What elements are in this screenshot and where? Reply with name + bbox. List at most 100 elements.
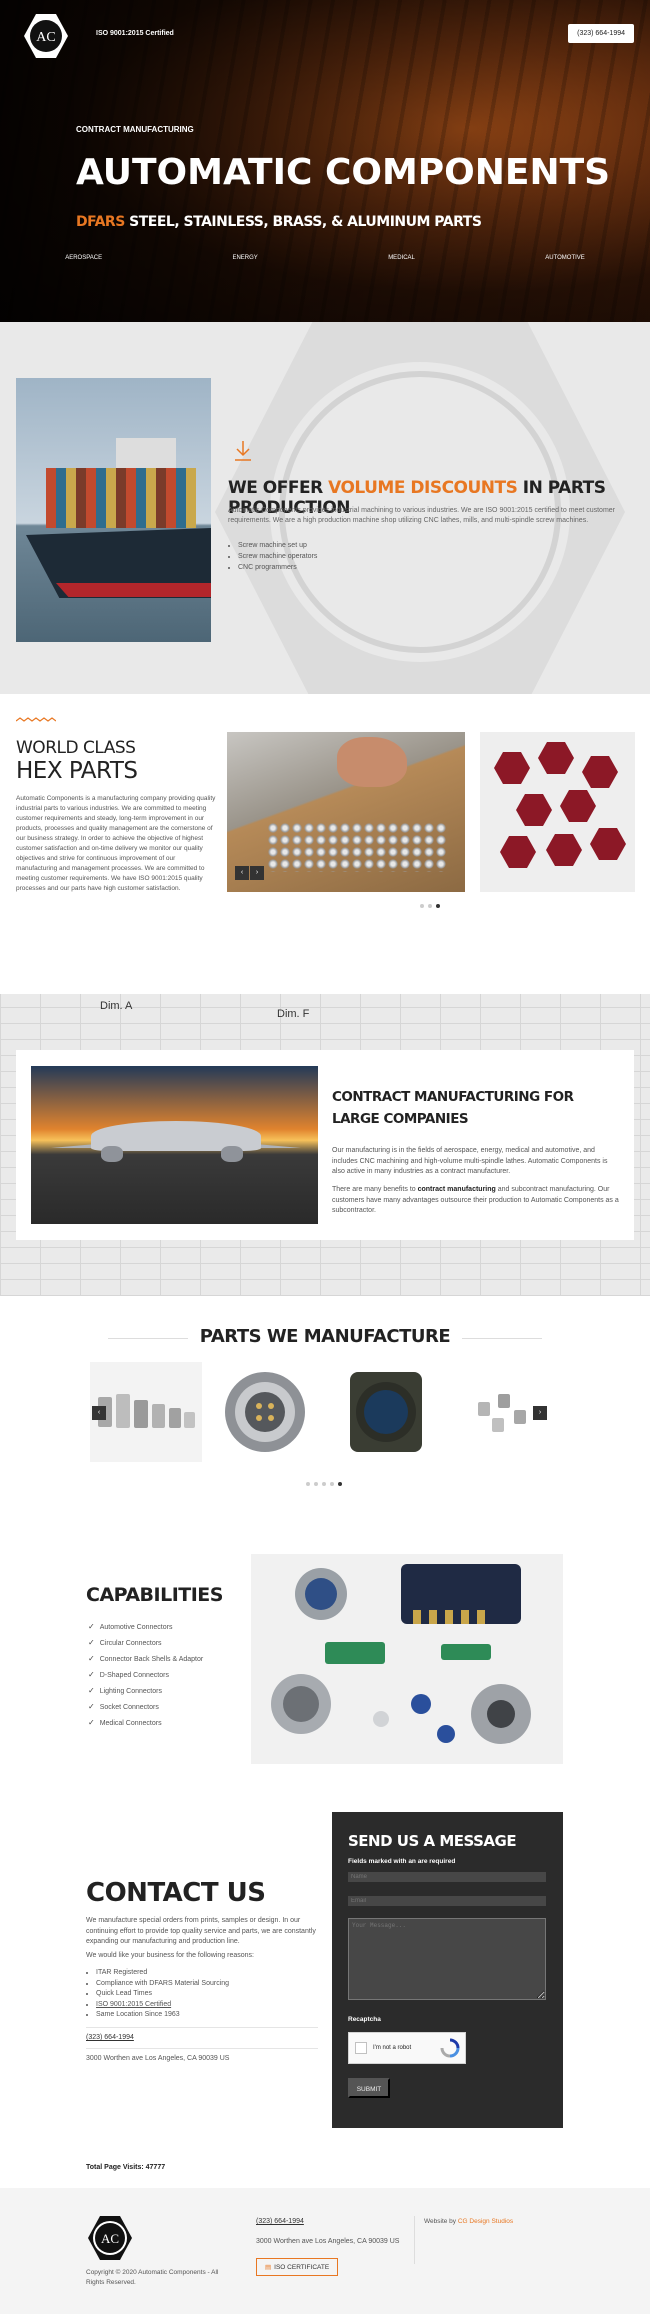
footer-address: 3000 Worthen ave Los Angeles, CA 90039 U… [256,2238,400,2245]
slider-dot-active[interactable] [338,1482,342,1486]
contact-reasons-list: ITAR Registered Compliance with DFARS Ma… [96,1968,229,2021]
parts-section: PARTS WE MANUFACTURE ‹ › [0,1296,650,1516]
contact-address: 3000 Worthen ave Los Angeles, CA 90039 U… [86,2055,230,2062]
iso-certificate-button[interactable]: ▤ ISO CERTIFICATE [256,2258,339,2276]
hero-sub-accent: DFARS [76,214,125,230]
list-item: CNC programmers [238,562,317,573]
recaptcha-widget: I'm not a robot [348,2032,466,2064]
product-military-connector-image[interactable] [330,1362,442,1462]
nav-medical[interactable]: MEDICAL [388,255,415,261]
nav-aerospace[interactable]: AEROSPACE [65,255,102,261]
contract-p2-pre: There are many benefits to [332,1186,416,1193]
name-field[interactable] [348,1872,546,1882]
industry-nav: AEROSPACE ENERGY MEDICAL AUTOMOTIVE [0,255,650,261]
connectors-collection-image [251,1554,563,1764]
footer-logo[interactable]: AC [86,2214,134,2262]
contact-phone-link[interactable]: (323) 664-1994 [86,2034,134,2041]
check-icon: ✓ [88,1654,95,1663]
nav-automotive[interactable]: AUTOMOTIVE [545,255,585,261]
slider-dot[interactable] [330,1482,334,1486]
download-arrow-icon [235,441,251,461]
footer: AC Copyright © 2020 Automatic Components… [0,2188,650,2314]
message-field[interactable] [348,1918,546,2000]
contract-title: CONTRACT MANUFACTURING FOR LARGE COMPANI… [332,1089,574,1127]
capability-label: Medical Connectors [99,1720,162,1727]
capability-label: Automotive Connectors [99,1624,173,1631]
parts-title: PARTS WE MANUFACTURE [0,1326,650,1347]
list-item: ✓ Lighting Connectors [88,1683,203,1699]
contract-paragraph-2: There are many benefits to contract manu… [332,1185,622,1217]
capability-label: D-Shaped Connectors [99,1672,169,1679]
slider-dot[interactable] [428,904,432,908]
hero-subtitle: DFARS STEEL, STAINLESS, BRASS, & ALUMINU… [76,214,482,230]
parts-slider-dots [304,1482,344,1486]
slider-prev-button[interactable]: ‹ [235,866,249,880]
squiggle-divider [16,717,56,722]
check-icon: ✓ [88,1670,95,1679]
page-visits-counter: Total Page Visits: 47777 [86,2164,166,2171]
header-phone-button[interactable]: (323) 664-1994 [568,24,634,43]
divider [86,2048,318,2049]
recaptcha-logo-icon [440,2038,460,2058]
hex-parts-text: Automatic Components is a manufacturing … [16,795,216,892]
product-spacers-image[interactable] [90,1362,202,1462]
capabilities-section: CAPABILITIES ✓ Automotive Connectors ✓ Cir… [0,1516,650,1786]
list-item: Screw machine set up [238,540,317,551]
submit-button[interactable]: SUBMIT [348,2078,390,2098]
check-icon: ✓ [88,1638,95,1647]
list-item: Same Location Since 1963 [96,2010,229,2021]
nav-energy[interactable]: ENERGY [232,255,257,261]
email-field[interactable] [348,1896,546,1906]
cargo-ship-image [16,378,211,642]
contract-section: Dim. A Dim. F CONTRACT MANUFACTURING FOR… [0,994,650,1296]
slider-next-button[interactable]: › [250,866,264,880]
recaptcha-checkbox[interactable] [355,2042,367,2054]
list-item: Screw machine operators [238,551,317,562]
contract-p2-bold: contract manufacturing [417,1186,496,1193]
capability-label: Lighting Connectors [99,1688,162,1695]
copyright-text: Copyright © 2020 Automatic Components - … [86,2269,219,2286]
list-item: Compliance with DFARS Material Sourcing [96,1979,229,1990]
slider-dot[interactable] [306,1482,310,1486]
parts-next-button[interactable]: › [533,1406,547,1420]
slider-dot[interactable] [322,1482,326,1486]
hero-section: AC ISO 9001:2015 Certified (323) 664-199… [0,0,650,322]
iso-certified-link[interactable]: ISO 9001:2015 Certified [96,2000,229,2011]
list-item: ✓ Connector Back Shells & Adaptor [88,1651,203,1667]
capability-label: Connector Back Shells & Adaptor [99,1656,204,1663]
capability-label: Socket Connectors [99,1704,159,1711]
hero-kicker: CONTRACT MANUFACTURING [76,125,194,134]
slider-dot[interactable] [314,1482,318,1486]
check-icon: ✓ [88,1686,95,1695]
cg-design-studios-link[interactable]: CG Design Studios [458,2218,513,2225]
form-title: SEND US A MESSAGE [348,1832,517,1850]
contact-reasons-intro: We would like your business for the foll… [86,1952,254,1959]
list-item: ✓ Socket Connectors [88,1699,203,1715]
list-item: ITAR Registered [96,1968,229,1979]
check-icon: ✓ [88,1718,95,1727]
contact-form: SEND US A MESSAGE Fields marked with an … [332,1812,563,2128]
svg-text:AC: AC [36,30,55,45]
contact-paragraph: We manufacture special orders from print… [86,1917,316,1945]
recaptcha-label: Recaptcha [348,2016,381,2023]
iso-certificate-label: ISO CERTIFICATE [274,2264,330,2271]
footer-divider [414,2216,415,2264]
contact-title: CONTACT US [86,1878,266,1908]
logo[interactable]: AC [22,12,70,60]
slider-dot-active[interactable] [436,904,440,908]
parts-prev-button[interactable]: ‹ [92,1406,106,1420]
required-fields-note: Fields marked with an are required [348,1858,456,1865]
capability-label: Circular Connectors [99,1640,162,1647]
slider-dot[interactable] [420,904,424,908]
website-credit-prefix: Website by [424,2218,457,2225]
offer-section: WE OFFER VOLUME DISCOUNTS IN PARTS PRODU… [0,322,650,694]
blueprint-label-a: Dim. A [100,1000,133,1012]
hero-title: AUTOMATIC COMPONENTS [76,152,611,193]
svg-text:AC: AC [101,2231,119,2246]
hex-parts-section: WORLD CLASS HEX PARTS Automatic Componen… [0,694,650,994]
product-circular-connector-image[interactable] [209,1362,321,1462]
hex-slider-dots [418,904,442,908]
list-item: ✓ D-Shaped Connectors [88,1667,203,1683]
footer-phone-link[interactable]: (323) 664-1994 [256,2218,304,2225]
list-item: ✓ Circular Connectors [88,1635,203,1651]
